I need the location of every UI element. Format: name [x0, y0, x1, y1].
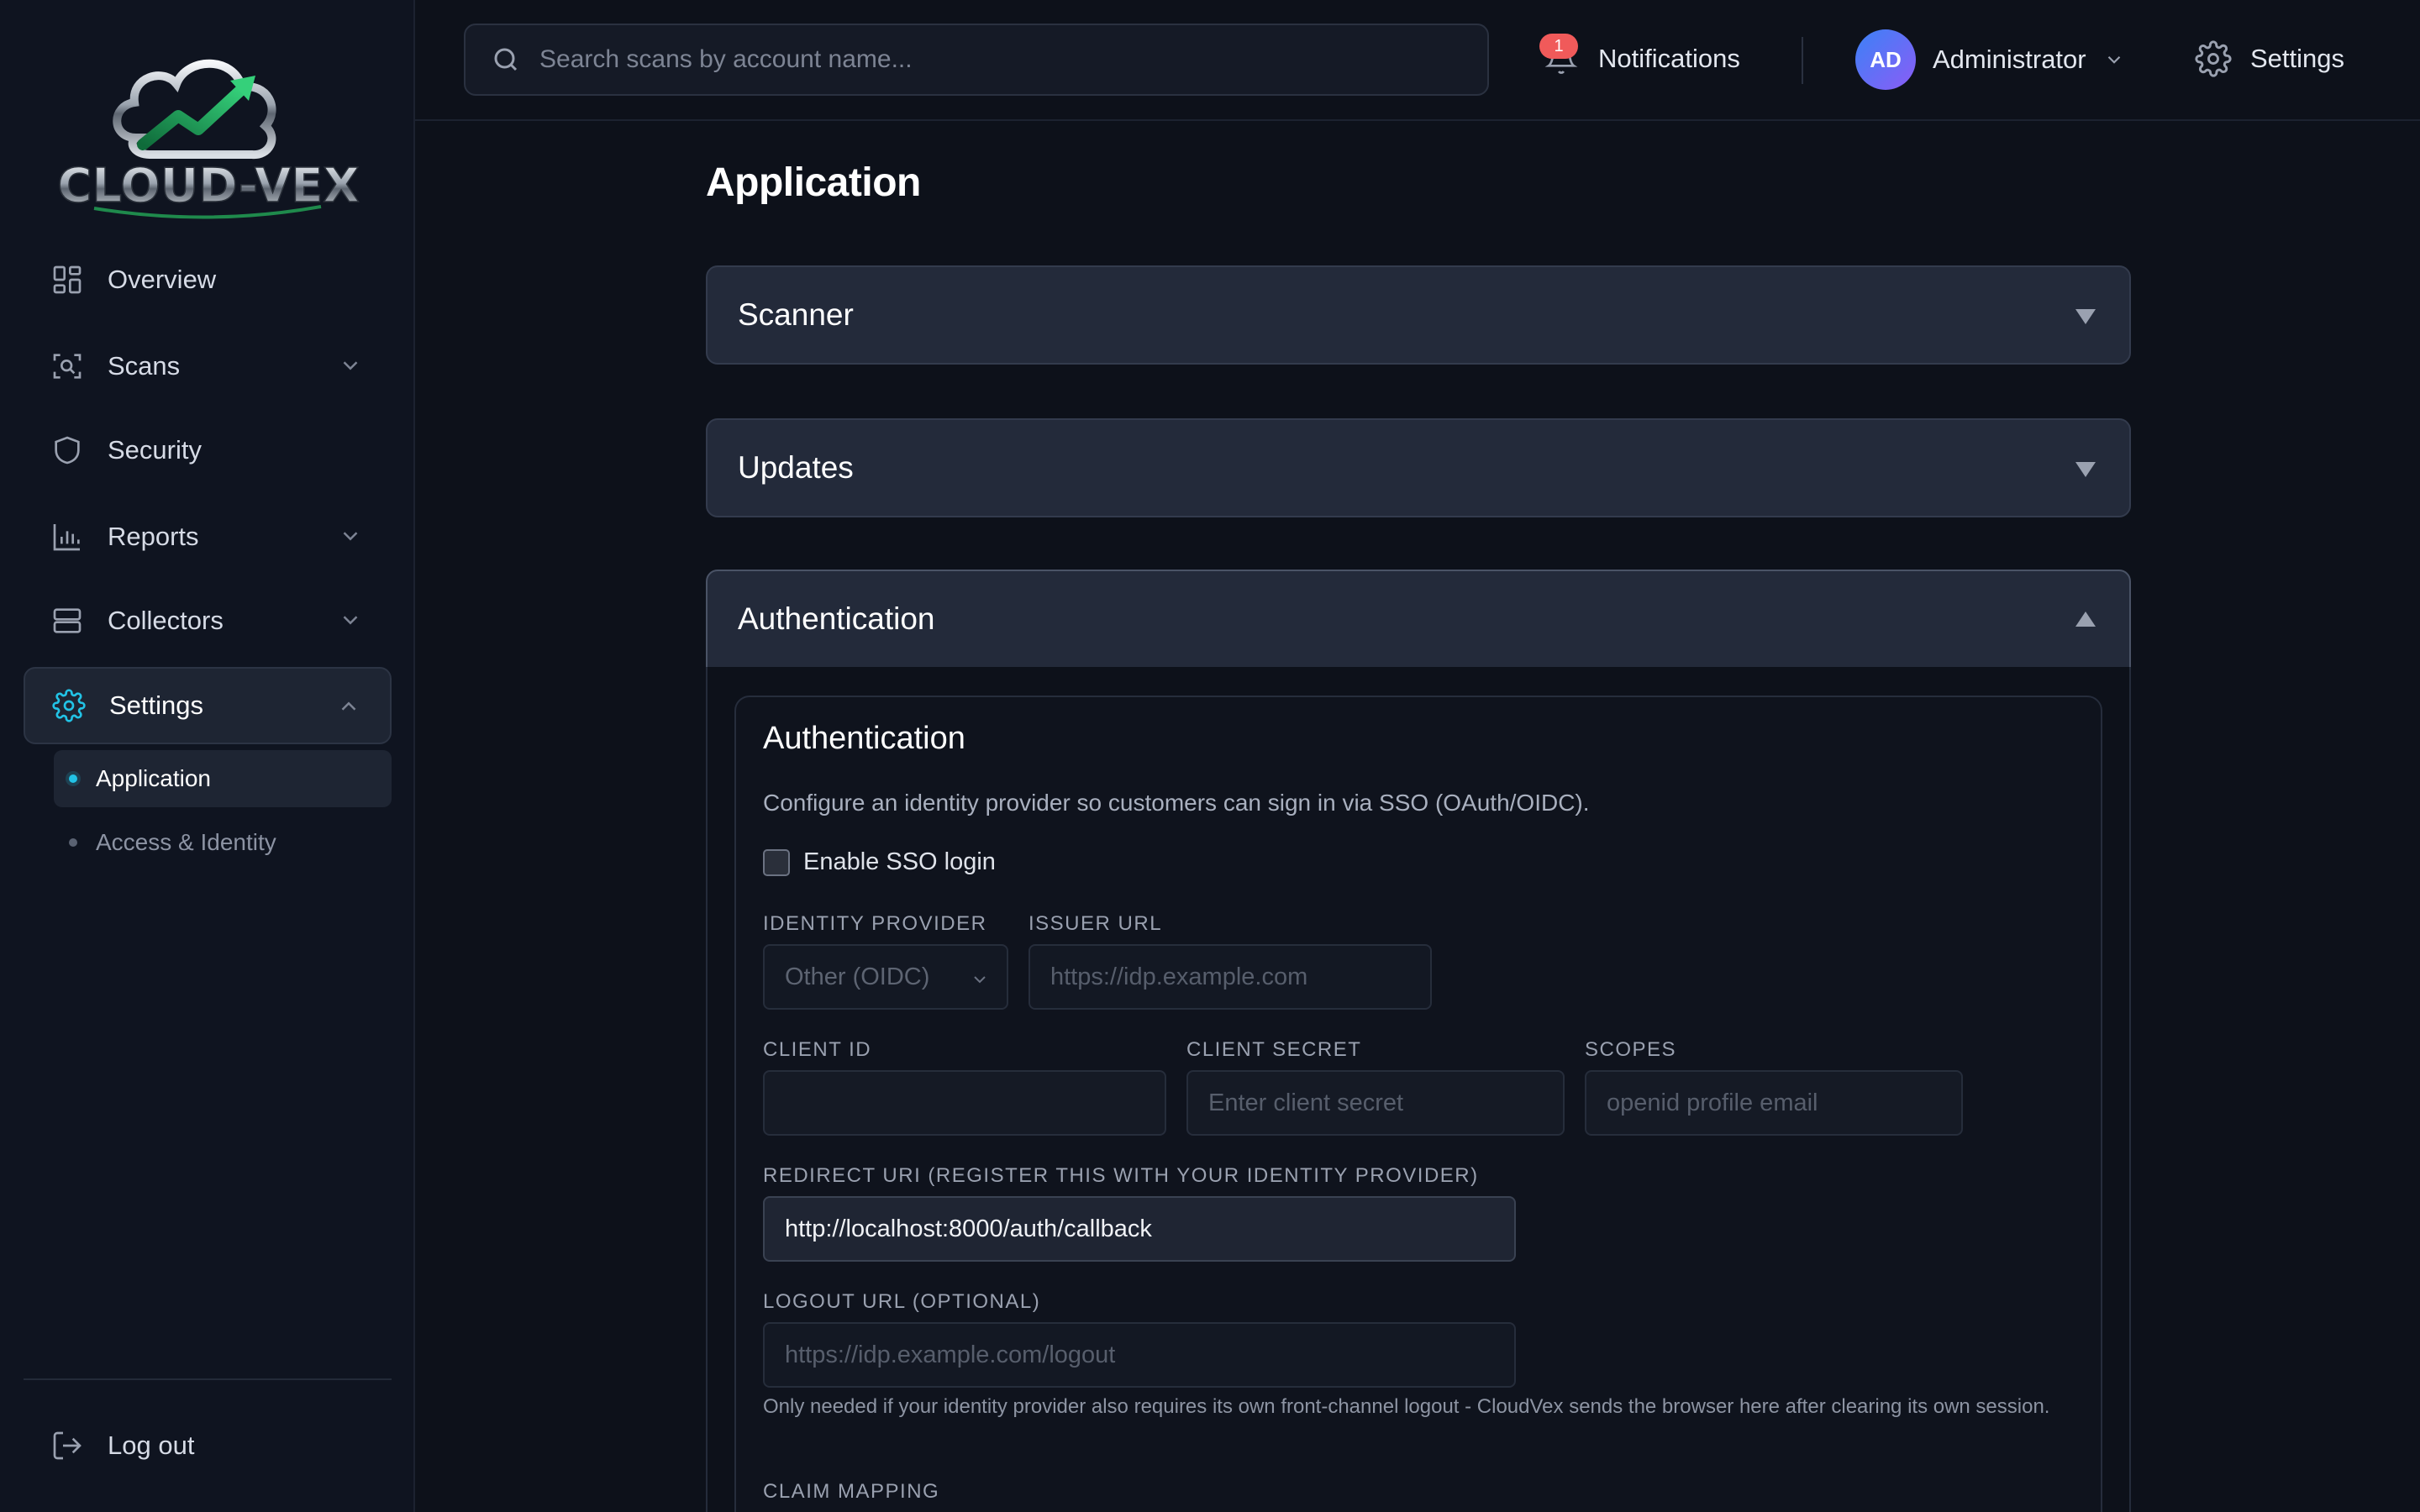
user-menu[interactable]: AD Administrator [1855, 29, 2125, 91]
chevron-down-icon [343, 616, 358, 625]
client-id-field[interactable] [763, 1070, 1166, 1136]
logout-button[interactable]: Log out [24, 1407, 392, 1484]
page-title: Application [706, 160, 921, 205]
topbar: 1 Notifications AD Administrator Setting… [415, 0, 2420, 121]
card-description: Configure an identity provider so custom… [763, 790, 1590, 816]
bar-chart-icon [49, 518, 86, 555]
caret-down-icon [2075, 309, 2096, 324]
sidebar-item-settings[interactable]: Settings [24, 667, 392, 744]
settings-label: Settings [2250, 44, 2345, 73]
gear-icon [50, 687, 87, 724]
identity-provider-select[interactable]: Other (OIDC) [763, 944, 1008, 1010]
user-name: Administrator [1933, 45, 2086, 74]
sidebar-item-reports[interactable]: Reports [24, 498, 392, 575]
avatar: AD [1855, 29, 1916, 90]
scopes-field[interactable] [1585, 1070, 1963, 1136]
redirect-uri-value[interactable]: http://localhost:8000/auth/callback [785, 1215, 1152, 1243]
sidebar-item-label: Settings [109, 690, 204, 720]
issuer-url-label: ISSUER URL [1028, 912, 1163, 935]
client-id-input[interactable] [785, 1089, 1165, 1117]
bell-icon: 1 [1539, 34, 1578, 76]
client-id-label: CLIENT ID [763, 1038, 872, 1061]
topbar-divider [1802, 37, 1803, 84]
chevron-up-icon [341, 701, 356, 711]
identity-provider-label: IDENTITY PROVIDER [763, 912, 987, 935]
gear-icon [2195, 40, 2232, 77]
client-secret-label: CLIENT SECRET [1186, 1038, 1362, 1061]
search-icon [494, 48, 518, 71]
redirect-uri-field[interactable]: http://localhost:8000/auth/callback [763, 1196, 1516, 1262]
logout-icon [49, 1427, 86, 1464]
accordion-title: Scanner [738, 297, 854, 332]
accordion-updates[interactable]: Updates [706, 418, 2131, 517]
logout-url-field[interactable] [763, 1322, 1516, 1388]
issuer-url-field[interactable] [1028, 944, 1432, 1010]
search-box[interactable] [464, 24, 1489, 96]
notifications-label: Notifications [1598, 44, 1740, 73]
sidebar-item-overview[interactable]: Overview [24, 241, 392, 318]
card-title: Authentication [763, 721, 965, 756]
logout-url-input[interactable] [785, 1341, 1514, 1369]
accordion-scanner[interactable]: Scanner [706, 265, 2131, 365]
sidebar-item-collectors[interactable]: Collectors [24, 582, 392, 659]
chevron-down-icon [974, 976, 986, 984]
accordion-title: Authentication [738, 601, 935, 636]
identity-provider-value: Other (OIDC) [785, 963, 930, 990]
sidebar-subitem-label: Application [96, 765, 211, 791]
scopes-input[interactable] [1607, 1089, 1961, 1117]
claim-mapping-label: CLAIM MAPPING [763, 1480, 940, 1503]
chevron-down-icon [343, 361, 358, 370]
issuer-url-input[interactable] [1050, 963, 1430, 991]
dot-icon [69, 838, 77, 847]
sidebar-item-scans[interactable]: Scans [24, 328, 392, 405]
server-icon [49, 602, 86, 639]
sidebar-item-label: Scans [108, 351, 181, 381]
client-secret-field[interactable] [1186, 1070, 1565, 1136]
sidebar-subitem-application[interactable]: Application [54, 750, 392, 807]
notifications-button[interactable]: 1 Notifications [1539, 34, 1740, 84]
sidebar-item-label: Reports [108, 522, 199, 551]
logout-url-label: LOGOUT URL (OPTIONAL) [763, 1290, 1041, 1313]
caret-down-icon [2075, 462, 2096, 477]
sidebar-item-label: Security [108, 435, 202, 465]
chevron-down-icon [343, 532, 358, 541]
logout-label: Log out [108, 1431, 195, 1460]
notification-count-badge: 1 [1539, 34, 1578, 59]
client-secret-input[interactable] [1208, 1089, 1563, 1117]
chevron-down-icon [2107, 55, 2120, 64]
redirect-uri-label: REDIRECT URI (REGISTER THIS WITH YOUR ID… [763, 1164, 1479, 1187]
caret-up-icon [2075, 612, 2096, 627]
active-dot-icon [69, 774, 77, 783]
scan-icon [49, 348, 86, 385]
logout-url-hint: Only needed if your identity provider al… [763, 1395, 2050, 1418]
sidebar-item-label: Overview [108, 265, 217, 294]
scopes-label: SCOPES [1585, 1038, 1677, 1061]
sidebar-item-security[interactable]: Security [24, 412, 392, 489]
sidebar-subitem-label: Access & Identity [96, 829, 276, 855]
sidebar: CLOUD-VEX Overview Scans Security Report… [0, 0, 415, 1512]
accordion-authentication[interactable]: Authentication [706, 570, 2131, 669]
accordion-title: Updates [738, 450, 854, 485]
grid-icon [49, 261, 86, 298]
logo-wordmark: CLOUD-VEX [57, 159, 359, 213]
search-input[interactable] [539, 45, 1464, 74]
enable-sso-label: Enable SSO login [803, 848, 996, 875]
settings-button[interactable]: Settings [2195, 32, 2344, 86]
sidebar-divider [24, 1378, 392, 1380]
cloud-vex-logo[interactable]: CLOUD-VEX [44, 29, 373, 222]
enable-sso-checkbox[interactable]: Enable SSO login [763, 848, 996, 876]
sidebar-subitem-access-identity[interactable]: Access & Identity [54, 814, 392, 871]
checkbox-box[interactable] [763, 848, 790, 876]
shield-icon [49, 432, 86, 469]
sidebar-item-label: Collectors [108, 606, 224, 635]
